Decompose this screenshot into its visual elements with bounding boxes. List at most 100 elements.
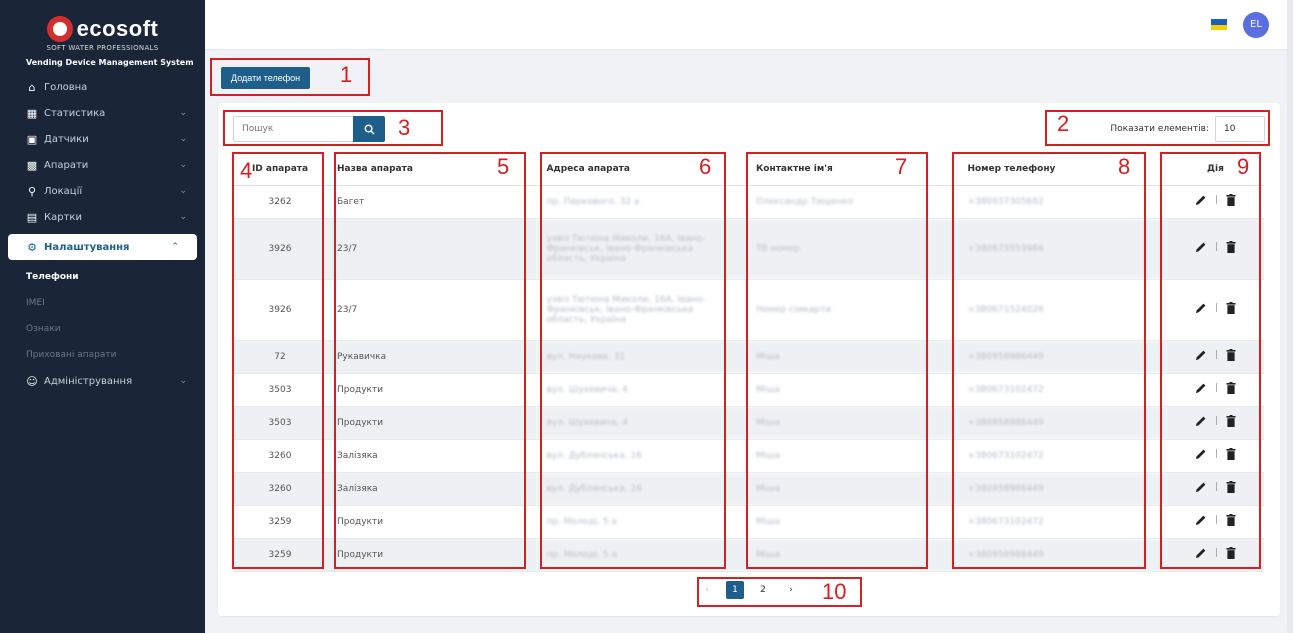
cell-device-id: 3926	[233, 218, 327, 280]
delete-icon[interactable]	[1226, 349, 1236, 361]
cell-actions: |	[1166, 373, 1264, 407]
column-header-contact-name[interactable]: Контактне ім'я	[745, 153, 958, 186]
sensor-icon: ▣	[26, 132, 38, 146]
avatar[interactable]: EL	[1243, 11, 1269, 38]
home-icon: ⌂	[28, 80, 36, 94]
cell-phone-number: +380958986449	[957, 538, 1167, 572]
search-icon	[364, 124, 375, 135]
page-size-control: Показати елементів:	[1110, 116, 1265, 142]
edit-icon[interactable]	[1195, 514, 1207, 526]
sidebar-subitem-features[interactable]: Ознаки	[0, 316, 205, 342]
table-row: 3260 Залізяка вул. Дублянська, 16 Міша +3809…	[233, 472, 1264, 506]
table-row: 3926 23/7 узвіз Тютюна Миколи, 16А, Івано-…	[233, 218, 1264, 280]
sidebar-item-statistics[interactable]: ▦ Статистика ⌄	[0, 100, 205, 126]
delete-icon[interactable]	[1226, 514, 1236, 526]
delete-icon[interactable]	[1226, 448, 1236, 460]
sidebar-item-devices[interactable]: ▩ Апарати ⌄	[0, 152, 205, 178]
search-input[interactable]	[233, 116, 353, 142]
cell-actions: |	[1166, 505, 1264, 539]
column-header-phone-number[interactable]: Номер телефону	[957, 153, 1167, 186]
sidebar-item-sensors[interactable]: ▣ Датчики ⌄	[0, 126, 205, 152]
phones-card: Показати елементів: ID апарата Назва апа…	[218, 103, 1280, 616]
delete-icon[interactable]	[1226, 302, 1236, 314]
cell-contact-name: Міша	[745, 439, 958, 473]
cell-phone-number: +380958986449	[957, 406, 1167, 440]
cell-contact-name: Міша	[745, 373, 958, 407]
column-header-device-address[interactable]: Адреса апарата	[536, 153, 746, 186]
delete-icon[interactable]	[1226, 382, 1236, 394]
action-separator: |	[1214, 515, 1218, 525]
pagination-next-button[interactable]: ›	[782, 581, 800, 599]
cell-actions: |	[1166, 340, 1264, 374]
chevron-down-icon: ⌄	[179, 186, 187, 196]
action-separator: |	[1214, 548, 1218, 558]
brand-logo[interactable]: ecosoft	[0, 0, 205, 50]
delete-icon[interactable]	[1226, 481, 1236, 493]
edit-icon[interactable]	[1195, 382, 1207, 394]
table-row: 3260 Залізяка вул. Дублянська, 16 Міша +3806…	[233, 439, 1264, 473]
edit-icon[interactable]	[1195, 349, 1207, 361]
system-title: Vending Device Management System	[26, 58, 194, 67]
sidebar-subitem-hidden-devices[interactable]: Приховані апарати	[0, 342, 205, 368]
device-icon: ▩	[26, 158, 38, 172]
edit-icon[interactable]	[1195, 415, 1207, 427]
search-button[interactable]	[353, 116, 385, 142]
action-separator: |	[1214, 482, 1218, 492]
ukraine-flag-icon[interactable]	[1211, 19, 1227, 30]
table-row: 3503 Продукти вул. Шухевича, 4 Міша +3806731…	[233, 373, 1264, 407]
pagination-page-2[interactable]: 2	[754, 581, 772, 599]
edit-icon[interactable]	[1195, 481, 1207, 493]
sidebar-item-cards[interactable]: ▤ Картки ⌄	[0, 204, 205, 230]
cell-actions: |	[1166, 439, 1264, 473]
cell-phone-number: +380937305682	[957, 185, 1167, 219]
action-separator: |	[1214, 195, 1218, 205]
pagination-prev-button[interactable]: ‹	[698, 581, 716, 599]
cell-device-id: 3259	[233, 538, 327, 572]
delete-icon[interactable]	[1226, 415, 1236, 427]
action-separator: |	[1214, 416, 1218, 426]
edit-icon[interactable]	[1195, 194, 1207, 206]
pagination-page-1[interactable]: 1	[726, 581, 744, 599]
cell-actions: |	[1166, 472, 1264, 506]
edit-icon[interactable]	[1195, 448, 1207, 460]
add-phone-button[interactable]: Додати телефон	[221, 67, 311, 89]
cell-contact-name: Міша	[745, 340, 958, 374]
table-row: 3262 Багет пр. Паркового, 32 а Олександр Ти…	[233, 185, 1264, 219]
delete-icon[interactable]	[1226, 241, 1236, 253]
annotation-number-7: 7	[895, 154, 908, 179]
cell-phone-number: +380671524026	[957, 279, 1167, 341]
cell-device-address: вул. Наукова, 31	[536, 340, 746, 374]
cell-device-address: пр. Молоді, 5 а	[536, 505, 746, 539]
cell-device-address: вул. Шухевича, 4	[536, 406, 746, 440]
cell-contact-name: Номер сімкарти	[745, 279, 958, 341]
annotation-number-1: 1	[340, 62, 353, 87]
cell-device-name: 23/7	[327, 279, 537, 341]
sidebar-item-administration[interactable]: ☺ Адміністрування ⌄	[0, 368, 205, 394]
page-size-input[interactable]	[1215, 116, 1265, 142]
scrollbar[interactable]	[1287, 0, 1293, 633]
cell-actions: |	[1166, 279, 1264, 341]
sidebar-item-settings[interactable]: ⚙ Налаштування ⌃	[8, 234, 197, 260]
edit-icon[interactable]	[1195, 547, 1207, 559]
sidebar-item-home[interactable]: ⌂ Головна	[0, 74, 205, 100]
sidebar-item-locations[interactable]: ⚲ Локації ⌄	[0, 178, 205, 204]
cell-device-address: вул. Дублянська, 16	[536, 439, 746, 473]
logo-icon	[46, 16, 73, 42]
sidebar-subitem-imei[interactable]: IMEI	[0, 290, 205, 316]
cell-phone-number: +380958986449	[957, 472, 1167, 506]
cell-device-address: узвіз Тютюна Миколи, 16А, Івано-Франківс…	[536, 218, 746, 280]
sidebar: ecosoft SOFT WATER PROFESSIONALS Vending…	[0, 0, 205, 633]
chevron-down-icon: ⌄	[179, 376, 187, 386]
chevron-down-icon: ⌄	[179, 212, 187, 222]
cell-actions: |	[1166, 406, 1264, 440]
delete-icon[interactable]	[1226, 547, 1236, 559]
delete-icon[interactable]	[1226, 194, 1236, 206]
column-header-actions: Дія	[1166, 153, 1264, 186]
cell-contact-name: Міша	[745, 538, 958, 572]
cell-device-id: 3259	[233, 505, 327, 539]
edit-icon[interactable]	[1195, 241, 1207, 253]
annotation-number-6: 6	[699, 154, 712, 179]
phones-table: ID апарата Назва апарата Адреса апарата …	[233, 153, 1264, 572]
sidebar-subitem-phones[interactable]: Телефони	[0, 264, 205, 290]
edit-icon[interactable]	[1195, 302, 1207, 314]
